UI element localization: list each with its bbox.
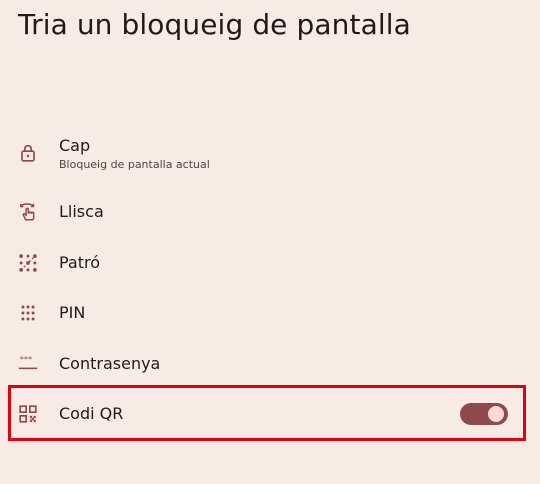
option-qr-code[interactable]: Codi QR [0, 398, 540, 430]
lock-icon [17, 142, 39, 164]
qr-code-icon [17, 403, 39, 425]
option-swipe-label: Llisca [59, 202, 104, 221]
pin-dialpad-icon [17, 302, 39, 324]
qr-code-toggle[interactable] [460, 403, 508, 425]
option-pin-label: PIN [59, 303, 86, 322]
option-none-label: Cap [59, 136, 91, 155]
page-title: Tria un bloqueig de pantalla [18, 8, 411, 41]
option-none-sublabel: Bloqueig de pantalla actual [59, 158, 210, 171]
option-pin[interactable]: PIN [0, 301, 540, 325]
option-pattern[interactable]: Patró [0, 251, 540, 275]
swipe-icon [17, 201, 39, 223]
option-password[interactable]: *** Contrasenya [0, 352, 540, 376]
option-qr-code-label: Codi QR [59, 404, 124, 423]
pattern-icon [17, 252, 39, 274]
toggle-thumb [488, 406, 504, 422]
option-none[interactable]: Cap Bloqueig de pantalla actual [0, 135, 540, 175]
option-password-label: Contrasenya [59, 354, 161, 373]
svg-text:***: *** [20, 354, 32, 364]
password-icon: *** [17, 352, 39, 374]
option-pattern-label: Patró [59, 253, 101, 272]
option-swipe[interactable]: Llisca [0, 200, 540, 224]
